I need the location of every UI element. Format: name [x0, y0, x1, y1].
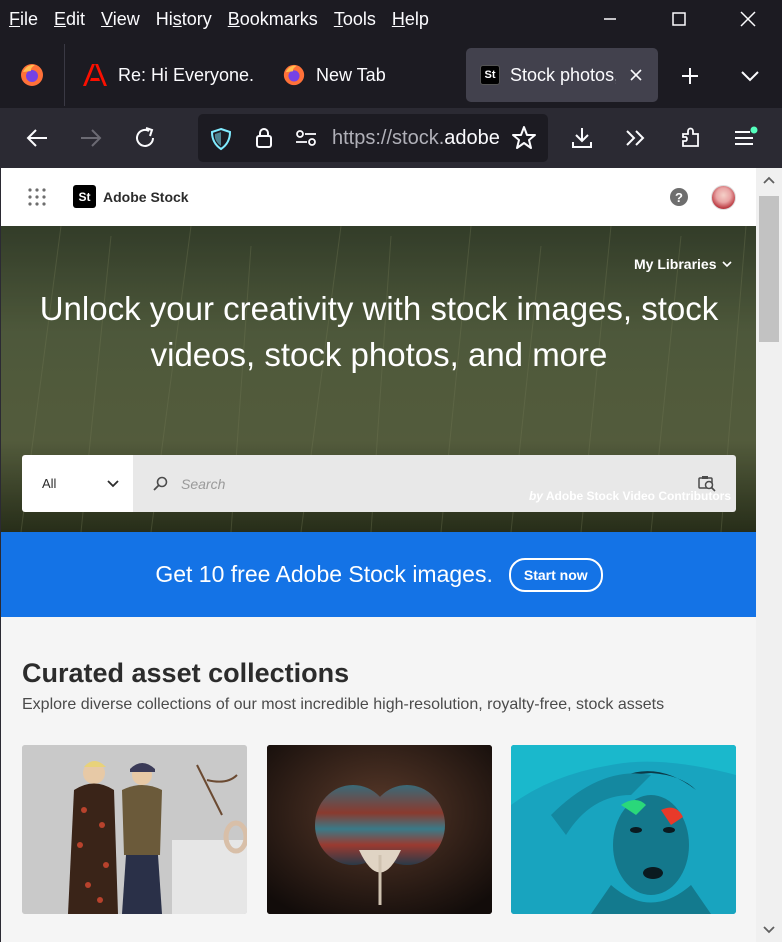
- back-button[interactable]: [17, 118, 57, 158]
- menu-bookmarks[interactable]: Bookmarks: [219, 4, 325, 34]
- collection-image-neon-portrait: [511, 745, 736, 914]
- collection-card[interactable]: [511, 745, 736, 914]
- section-subtitle: Explore diverse collections of our most …: [22, 696, 665, 713]
- search-input[interactable]: Search: [133, 455, 736, 512]
- tab-bar: Re: Hi Everyone. I New Tab St Stock phot…: [0, 44, 782, 106]
- firefox-icon: [283, 64, 305, 86]
- arrow-right-icon: [81, 129, 102, 147]
- chevron-down-icon: [741, 71, 759, 82]
- section-title: Curated asset collections: [22, 658, 350, 688]
- url-text[interactable]: https://stock.adobe: [332, 127, 502, 150]
- arrow-left-icon: [26, 129, 47, 147]
- menu-file[interactable]: File: [0, 4, 45, 34]
- logo-badge: St: [73, 185, 96, 208]
- site-header: St Adobe Stock ?: [1, 168, 756, 226]
- credit-by: by: [528, 489, 543, 503]
- search-bar: All Search: [22, 455, 736, 512]
- shield-icon: [210, 127, 232, 151]
- grid-icon: [28, 188, 46, 206]
- menu-help[interactable]: Help: [383, 4, 436, 34]
- window-controls: [575, 0, 782, 38]
- acrobat-icon: [83, 64, 107, 86]
- navigation-toolbar: https://stock.adobe: [0, 108, 782, 168]
- app-menu-button[interactable]: [725, 118, 765, 158]
- bookmark-star-icon[interactable]: [511, 125, 537, 151]
- overflow-chevron-button[interactable]: [616, 118, 656, 158]
- my-libraries-button[interactable]: My Libraries: [634, 256, 733, 272]
- promo-banner: Get 10 free Adobe Stock images. Start no…: [1, 532, 756, 617]
- scroll-up-arrow-icon[interactable]: [762, 175, 776, 185]
- asset-type-value: All: [42, 476, 57, 491]
- my-libraries-label: My Libraries: [634, 256, 717, 272]
- tab-label: Re: Hi Everyone. I: [118, 64, 258, 85]
- hero-title: Unlock your creativity with stock images…: [39, 290, 719, 373]
- tab-label: New Tab: [316, 64, 386, 85]
- forward-button[interactable]: [71, 118, 111, 158]
- puzzle-icon: [682, 127, 699, 147]
- lock-icon: [256, 128, 272, 148]
- tab-new-tab[interactable]: New Tab: [274, 48, 454, 102]
- maximize-button[interactable]: [644, 0, 713, 38]
- new-tab-button[interactable]: [670, 58, 710, 94]
- menu-view[interactable]: View: [92, 4, 147, 34]
- scroll-down-arrow-icon[interactable]: [762, 925, 776, 935]
- double-chevron-right-icon: [626, 130, 645, 146]
- page-viewport: St Adobe Stock ? My Libraries Unlock you…: [0, 168, 756, 942]
- tab-stock-photos[interactable]: St Stock photos, r: [466, 48, 658, 102]
- tab-divider: [64, 44, 65, 106]
- menu-edit[interactable]: Edit: [45, 4, 92, 34]
- plus-icon: [682, 68, 698, 84]
- list-all-tabs-button[interactable]: [730, 58, 770, 94]
- reload-button[interactable]: [125, 118, 165, 158]
- permissions-icon: [296, 130, 316, 146]
- minimize-icon: [603, 18, 616, 20]
- scrollbar-thumb[interactable]: [759, 196, 779, 342]
- hero-credit: by Adobe Stock Video Contributors: [529, 489, 731, 503]
- help-icon[interactable]: ?: [670, 188, 688, 206]
- banner-text: Get 10 free Adobe Stock images.: [155, 561, 493, 587]
- close-icon: [739, 11, 756, 27]
- menu-bar: File Edit View History Bookmarks Tools H…: [0, 0, 782, 38]
- adobe-stock-logo[interactable]: St Adobe Stock: [73, 185, 189, 208]
- start-now-button[interactable]: Start now: [508, 557, 603, 592]
- download-icon: [572, 128, 592, 148]
- downloads-button[interactable]: [562, 118, 602, 158]
- collection-card[interactable]: [267, 745, 492, 914]
- close-icon: [630, 69, 642, 81]
- chevron-down-icon: [107, 479, 119, 487]
- hamburger-menu-icon: [735, 126, 758, 145]
- search-placeholder: Search: [181, 475, 226, 492]
- credit-name[interactable]: Adobe Stock Video Contributors: [546, 489, 731, 503]
- hero-section: My Libraries Unlock your creativity with…: [1, 226, 756, 532]
- search-icon: [153, 476, 168, 491]
- avatar[interactable]: [711, 185, 736, 210]
- collection-card[interactable]: [22, 745, 247, 914]
- close-window-button[interactable]: [713, 0, 782, 38]
- collection-image-fashion: [22, 745, 247, 914]
- minimize-button[interactable]: [575, 0, 644, 38]
- logo-text: Adobe Stock: [103, 188, 189, 205]
- close-tab-button[interactable]: [626, 65, 646, 85]
- firefox-icon: [21, 64, 43, 86]
- firefox-view-button[interactable]: [8, 48, 56, 102]
- adobe-stock-favicon: St: [480, 65, 500, 85]
- maximize-icon: [671, 12, 686, 26]
- extensions-button[interactable]: [671, 118, 711, 158]
- menu-tools[interactable]: Tools: [325, 4, 383, 34]
- collection-image-fly-macro: [267, 745, 492, 914]
- address-bar[interactable]: https://stock.adobe: [198, 114, 548, 162]
- app-switcher-button[interactable]: [27, 187, 47, 207]
- page-scrollbar[interactable]: [756, 168, 782, 942]
- tab-label: Stock photos, r: [510, 64, 616, 85]
- menu-history[interactable]: History: [147, 4, 219, 34]
- reload-icon: [136, 127, 154, 147]
- chevron-down-icon: [722, 260, 733, 267]
- asset-type-dropdown[interactable]: All: [22, 455, 133, 512]
- tab-re-hi-everyone[interactable]: Re: Hi Everyone. I: [74, 48, 258, 102]
